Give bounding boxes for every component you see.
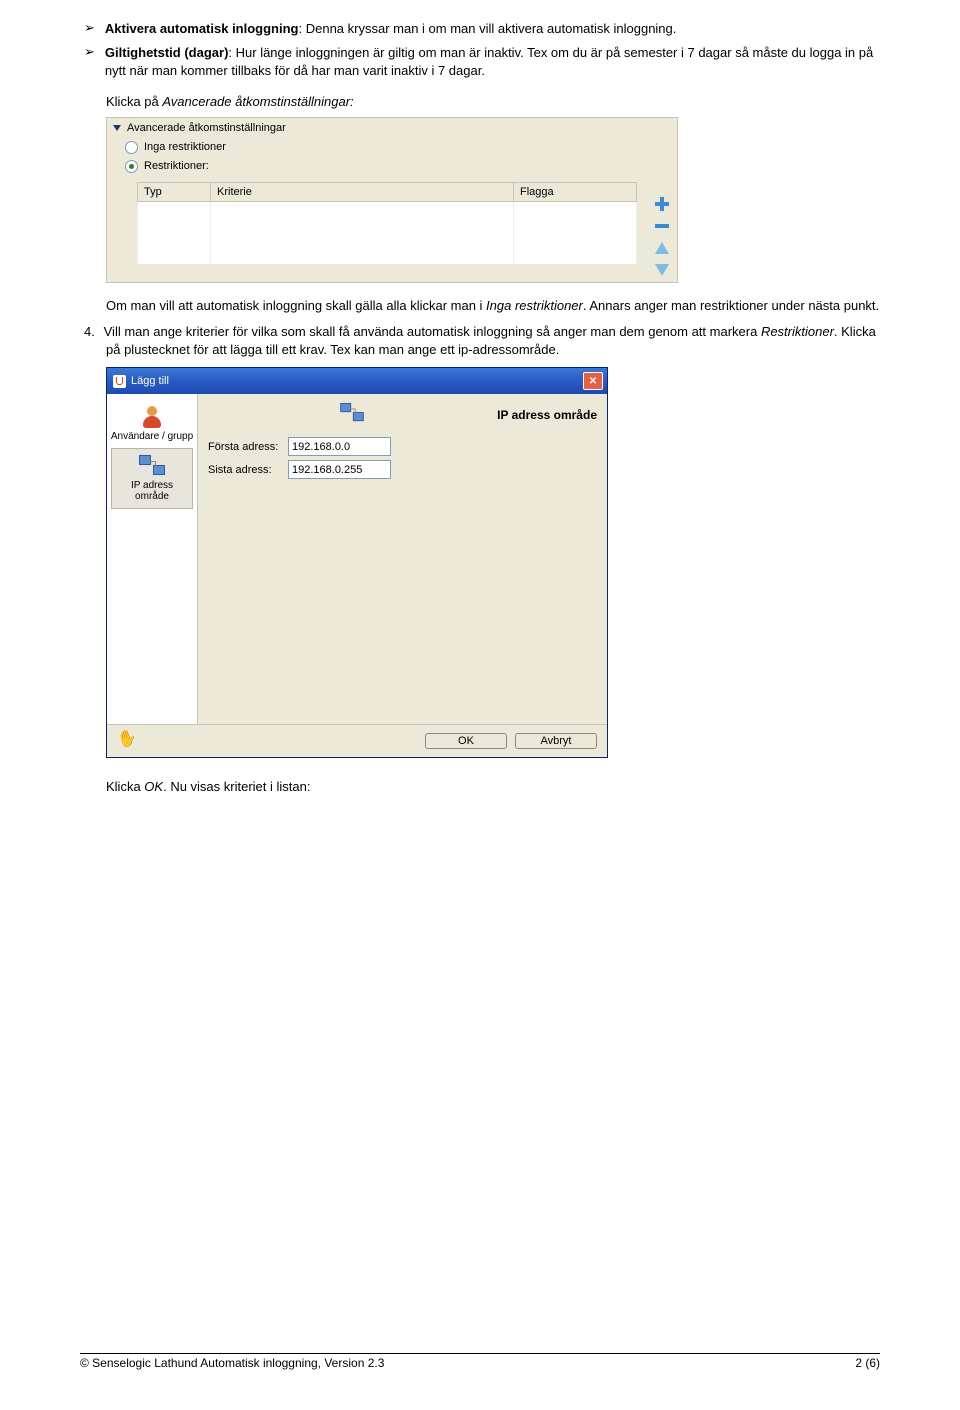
bullet-item: ➢ Giltighetstid (dagar): Hur länge inlog…: [80, 44, 880, 80]
sidebar-item-label: IP adress område: [114, 480, 190, 502]
instruction-text: Klicka på Avancerade åtkomstinställninga…: [106, 93, 880, 111]
radio-no-restrictions[interactable]: Inga restriktioner: [107, 138, 677, 157]
radio-icon: [125, 141, 138, 154]
bullet-glyph-icon: ➢: [84, 44, 95, 80]
col-flagga[interactable]: Flagga: [514, 182, 637, 201]
panel-header: IP adress område: [212, 402, 597, 427]
restrictions-table: Typ Kriterie Flagga: [137, 182, 637, 264]
plus-icon: [655, 197, 669, 211]
help-hand-icon[interactable]: [117, 731, 139, 751]
network-icon: [340, 403, 363, 423]
dialog-title: Lägg till: [131, 375, 169, 387]
section-header[interactable]: Avancerade åtkomstinställningar: [107, 118, 677, 138]
network-icon: [139, 455, 165, 477]
radio-label: Inga restriktioner: [144, 141, 226, 153]
list-number: 4.: [84, 323, 100, 341]
cancel-button[interactable]: Avbryt: [515, 733, 597, 749]
bullet-text: Giltighetstid (dagar): Hur länge inloggn…: [105, 44, 880, 80]
last-address-input[interactable]: [288, 460, 391, 479]
col-kriterie[interactable]: Kriterie: [211, 182, 514, 201]
bullet-text: Aktivera automatisk inloggning: Denna kr…: [105, 20, 880, 38]
body-paragraph: Klicka OK. Nu visas kriteriet i listan:: [106, 778, 880, 796]
arrow-up-icon: [655, 242, 669, 254]
ok-button[interactable]: OK: [425, 733, 507, 749]
numbered-item-4: 4. Vill man ange kriterier för vilka som…: [106, 323, 880, 359]
footer-right: 2 (6): [855, 1356, 880, 1370]
section-title: Avancerade åtkomstinställningar: [127, 122, 286, 134]
sidebar-item-ip-range[interactable]: IP adress område: [111, 448, 193, 509]
move-down-button[interactable]: [653, 262, 671, 278]
radio-label: Restriktioner:: [144, 160, 209, 172]
move-up-button[interactable]: [653, 240, 671, 256]
advanced-access-panel: Avancerade åtkomstinställningar Inga res…: [106, 117, 678, 283]
app-icon: [113, 375, 126, 388]
collapse-triangle-icon: [113, 125, 121, 131]
sidebar-item-user-group[interactable]: Användare / grupp: [107, 400, 197, 448]
first-address-input[interactable]: [288, 437, 391, 456]
minus-icon: [655, 224, 669, 228]
footer-left: © Senselogic Lathund Automatisk inloggni…: [80, 1356, 384, 1370]
last-address-label: Sista adress:: [208, 464, 288, 476]
page-footer: © Senselogic Lathund Automatisk inloggni…: [80, 1353, 880, 1370]
body-paragraph: Om man vill att automatisk inloggning sk…: [106, 297, 880, 315]
bullet-item: ➢ Aktivera automatisk inloggning: Denna …: [80, 20, 880, 38]
arrow-down-icon: [655, 264, 669, 276]
bullet-glyph-icon: ➢: [84, 20, 95, 38]
sidebar-item-label: Användare / grupp: [109, 431, 195, 442]
user-icon: [141, 406, 163, 428]
radio-restrictions[interactable]: Restriktioner:: [107, 157, 677, 176]
close-icon: ✕: [589, 376, 597, 387]
col-typ[interactable]: Typ: [138, 182, 211, 201]
add-button[interactable]: [653, 196, 671, 212]
radio-icon: [125, 160, 138, 173]
remove-button[interactable]: [653, 218, 671, 234]
first-address-label: Första adress:: [208, 441, 288, 453]
close-button[interactable]: ✕: [583, 372, 603, 390]
titlebar[interactable]: Lägg till ✕: [107, 368, 607, 394]
add-dialog: Lägg till ✕ Användare / grupp IP adress …: [106, 367, 608, 758]
